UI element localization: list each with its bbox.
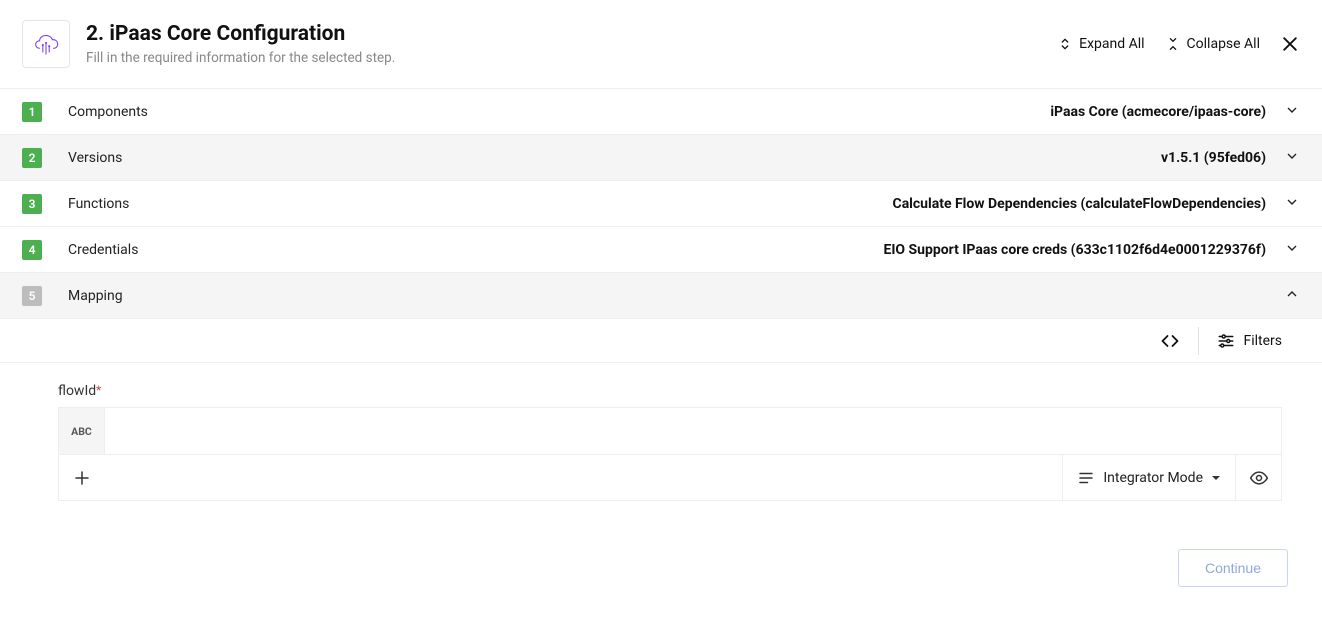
page-title: 2. iPaas Core Configuration [86,22,1057,46]
expand-all-label: Expand All [1079,36,1144,52]
chevron-down-icon [1284,240,1300,260]
section-credentials[interactable]: 4 Credentials EIO Support IPaas core cre… [0,227,1322,273]
section-label: Versions [68,150,1161,166]
mapping-body: flowId* ABC Integrator Mode [0,363,1322,501]
expand-icon [1057,36,1073,52]
chevron-up-icon [1284,286,1300,306]
flowid-field-box: ABC Integrator Mode [58,407,1282,501]
mapping-mode-label: Integrator Mode [1103,470,1203,486]
section-label: Functions [68,196,893,212]
page-subtitle: Fill in the required information for the… [86,50,1057,66]
collapse-all-label: Collapse All [1187,36,1260,52]
mapping-mode-selector[interactable]: Integrator Mode [1062,455,1235,500]
flowid-input[interactable] [105,408,1281,454]
section-number: 2 [22,148,42,168]
section-functions[interactable]: 3 Functions Calculate Flow Dependencies … [0,181,1322,227]
section-mapping[interactable]: 5 Mapping [0,273,1322,319]
section-label: Components [68,104,1050,120]
continue-button[interactable]: Continue [1178,549,1288,587]
section-number: 1 [22,102,42,122]
section-number: 4 [22,240,42,260]
collapse-all-button[interactable]: Collapse All [1165,36,1260,52]
list-icon [1077,469,1095,487]
section-value: EIO Support IPaas core creds (633c1102f6… [883,242,1266,258]
section-number: 3 [22,194,42,214]
section-number: 5 [22,286,42,306]
expand-all-button[interactable]: Expand All [1057,36,1144,52]
chevron-down-icon [1284,102,1300,122]
collapse-icon [1165,36,1181,52]
section-components[interactable]: 1 Components iPaas Core (acmecore/ipaas-… [0,89,1322,135]
required-marker: * [96,383,101,397]
header-text: 2. iPaas Core Configuration Fill in the … [86,22,1057,66]
field-label-text: flowId [58,383,96,399]
type-chip-string: ABC [59,408,105,454]
filters-label: Filters [1243,333,1282,349]
code-icon [1160,331,1180,351]
footer: Continue [0,501,1322,587]
toggle-code-view-button[interactable] [1142,319,1198,362]
section-value: v1.5.1 (95fed06) [1161,150,1266,166]
filters-button[interactable]: Filters [1199,319,1300,362]
section-value: iPaas Core (acmecore/ipaas-core) [1050,104,1266,120]
config-header: 2. iPaas Core Configuration Fill in the … [0,0,1322,89]
preview-button[interactable] [1235,455,1281,501]
section-value: Calculate Flow Dependencies (calculateFl… [893,196,1266,212]
plus-icon [73,469,91,487]
chevron-down-icon [1284,194,1300,214]
field-label-flowid: flowId* [58,383,1282,399]
section-label: Mapping [68,288,1266,304]
add-mapping-button[interactable] [59,455,105,501]
section-label: Credentials [68,242,883,258]
section-versions[interactable]: 2 Versions v1.5.1 (95fed06) [0,135,1322,181]
caret-down-icon [1211,473,1221,483]
mapping-toolbar: Filters [0,319,1322,363]
sliders-icon [1217,332,1235,350]
close-icon[interactable] [1280,34,1300,54]
accordion-sections: 1 Components iPaas Core (acmecore/ipaas-… [0,89,1322,319]
eye-icon [1249,468,1269,488]
chevron-down-icon [1284,148,1300,168]
step-cloud-icon [22,20,70,68]
